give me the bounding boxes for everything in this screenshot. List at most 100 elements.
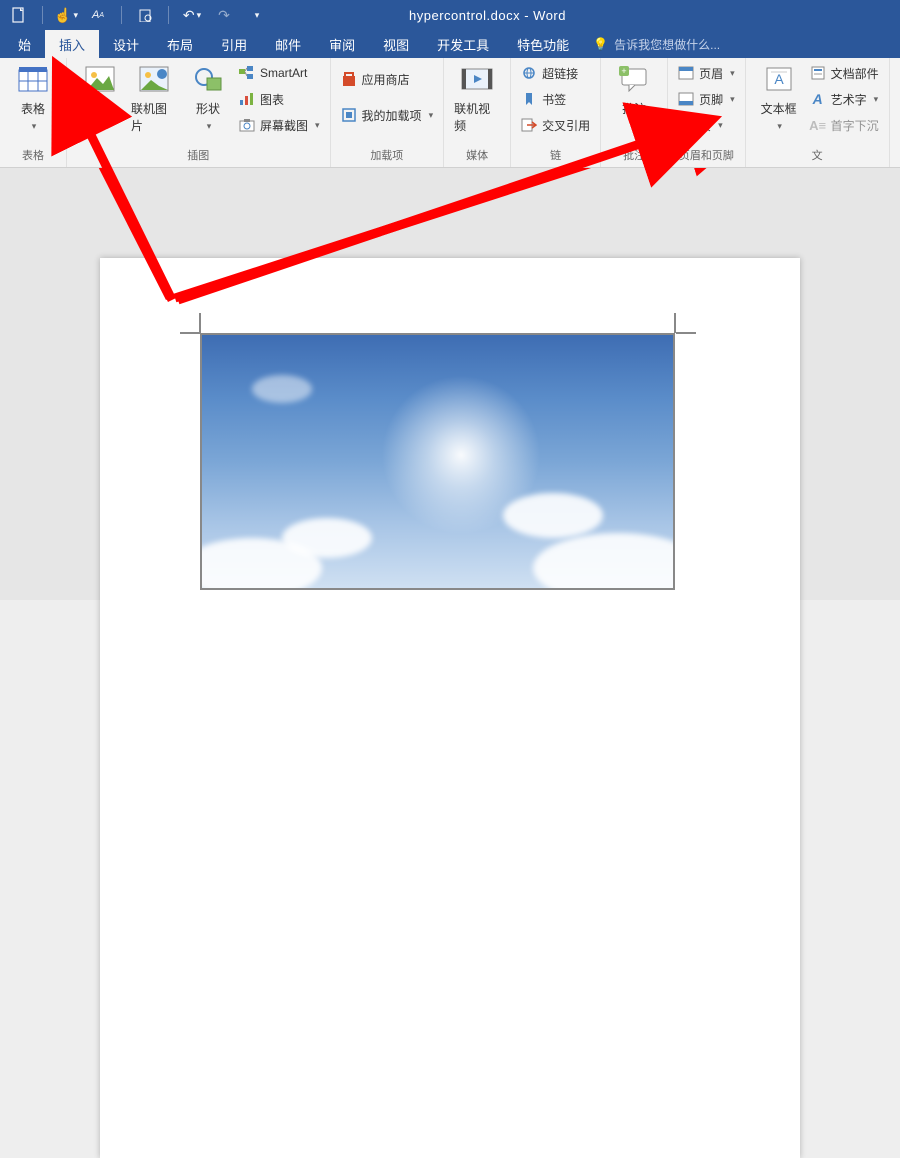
online-video-label: 联机视频 [454,100,500,134]
screenshot-icon [239,117,255,133]
video-icon [460,62,494,96]
qat-customize-icon[interactable]: ▾ [247,6,265,24]
table-button[interactable]: 表格▾ [10,62,56,132]
group-illustrations: 图片 联机图片 形状▾ SmartArt 图表 屏幕截图▾ 插图 [67,58,331,167]
svg-text:#: # [684,121,689,131]
screenshot-button[interactable]: 屏幕截图▾ [239,114,320,136]
inserted-image[interactable] [200,333,675,590]
wordart-button[interactable]: A艺术字▾ [810,88,879,110]
pagenum-label: 页 [699,117,711,134]
dropcap-label: 首字下沉 [831,117,879,134]
group-media: 联机视频 媒体 [444,58,511,167]
ribbon-tabs: 始 插入 设计 布局 引用 邮件 审阅 视图 开发工具 特色功能 💡 告诉我您想… [0,30,900,58]
comment-button[interactable]: + 批注 [611,62,657,117]
tell-me[interactable]: 💡 告诉我您想做什么... [583,30,730,58]
bookmark-label: 书签 [542,91,566,108]
textbox-icon: A [762,62,796,96]
crossref-label: 交叉引用 [542,117,590,134]
group-text: A 文本框▾ 文档部件 A艺术字▾ A≡ 首字下沉 文 [746,58,890,167]
bookmark-icon [521,91,537,107]
group-media-label: 媒体 [454,145,500,165]
bookmark-button[interactable]: 书签 [521,88,590,110]
tab-design[interactable]: 设计 [99,30,153,58]
group-header-footer-label: 页眉和页脚 [678,145,735,165]
comment-label: 批注 [622,100,646,117]
print-preview-icon[interactable] [136,6,154,24]
group-comments: + 批注 批注 [601,58,668,167]
titlebar: ☝▾ AA ↶▾ ↷ ▾ hypercontrol.docx - Word [0,0,900,30]
tell-me-text: 告诉我您想做什么... [614,36,720,53]
screenshot-label: 屏幕截图 [260,117,308,134]
picture-button[interactable]: 图片 [77,62,123,117]
picture-icon [83,62,117,96]
picture-label: 图片 [88,100,112,117]
dropcap-button[interactable]: A≡ 首字下沉 [810,114,879,136]
group-addins: 应用商店 我的加载项▾ 加载项 [331,58,445,167]
quick-access-toolbar: ☝▾ AA ↶▾ ↷ ▾ [0,6,275,24]
wordart-icon: A [808,91,827,107]
table-icon [16,62,50,96]
tab-special[interactable]: 特色功能 [503,30,583,58]
svg-text:A: A [774,71,784,87]
hyperlink-icon [521,65,537,81]
tab-references[interactable]: 引用 [207,30,261,58]
new-doc-icon[interactable] [10,6,28,24]
chart-button[interactable]: 图表 [239,88,320,110]
tab-layout[interactable]: 布局 [153,30,207,58]
undo-icon[interactable]: ↶▾ [183,6,201,24]
online-video-button[interactable]: 联机视频 [454,62,500,134]
tab-developer[interactable]: 开发工具 [423,30,503,58]
my-addins-button[interactable]: 我的加载项▾ [341,104,434,126]
group-addins-label: 加载项 [341,145,434,165]
page-number-button[interactable]: #页▾ [678,114,735,136]
group-tables: 表格▾ 表格 [0,58,67,167]
window-title: hypercontrol.docx - Word [275,8,700,23]
smartart-icon [239,65,255,81]
tab-insert[interactable]: 插入 [45,30,99,58]
tab-review[interactable]: 审阅 [315,30,369,58]
quickparts-icon [810,65,826,81]
textbox-label: 文本框 [761,100,797,117]
smartart-button[interactable]: SmartArt [239,62,320,84]
footer-label: 页脚 [699,91,723,108]
quickparts-button[interactable]: 文档部件 [810,62,879,84]
tab-mailings[interactable]: 邮件 [261,30,315,58]
group-tables-label: 表格 [10,145,56,165]
crossref-button[interactable]: 交叉引用 [521,114,590,136]
smartart-label: SmartArt [260,66,307,80]
textbox-button[interactable]: A 文本框▾ [756,62,802,132]
wordart-label: 艺术字 [831,91,867,108]
lightbulb-icon: 💡 [593,37,608,51]
shapes-label: 形状 [196,100,220,117]
crossref-icon [521,117,537,133]
tab-view[interactable]: 视图 [369,30,423,58]
footer-button[interactable]: 页脚▾ [678,88,735,110]
redo-icon[interactable]: ↷ [215,6,233,24]
online-picture-icon [137,62,171,96]
document-page[interactable] [100,258,800,1158]
online-picture-button[interactable]: 联机图片 [131,62,177,134]
my-addins-label: 我的加载项 [362,107,422,124]
touch-mode-icon[interactable]: ☝▾ [57,6,75,24]
tab-start[interactable]: 始 [4,30,45,58]
group-text-label: 文 [756,145,879,165]
online-picture-label: 联机图片 [131,100,177,134]
hyperlink-button[interactable]: 超链接 [521,62,590,84]
font-icon[interactable]: AA [89,6,107,24]
store-label: 应用商店 [362,71,410,88]
group-header-footer: 页眉▾ 页脚▾ #页▾ 页眉和页脚 [668,58,746,167]
footer-icon [678,91,694,107]
group-illustrations-label: 插图 [77,145,320,165]
store-icon [341,71,357,87]
store-button[interactable]: 应用商店 [341,68,434,90]
document-canvas[interactable] [0,168,900,600]
dropcap-icon: A≡ [810,117,826,133]
hyperlink-label: 超链接 [542,65,578,82]
shapes-icon [191,62,225,96]
shapes-button[interactable]: 形状▾ [185,62,231,132]
group-links: 超链接 书签 交叉引用 链 [511,58,601,167]
quickparts-label: 文档部件 [831,65,879,82]
table-label: 表格 [21,100,45,117]
addins-icon [341,107,357,123]
header-button[interactable]: 页眉▾ [678,62,735,84]
